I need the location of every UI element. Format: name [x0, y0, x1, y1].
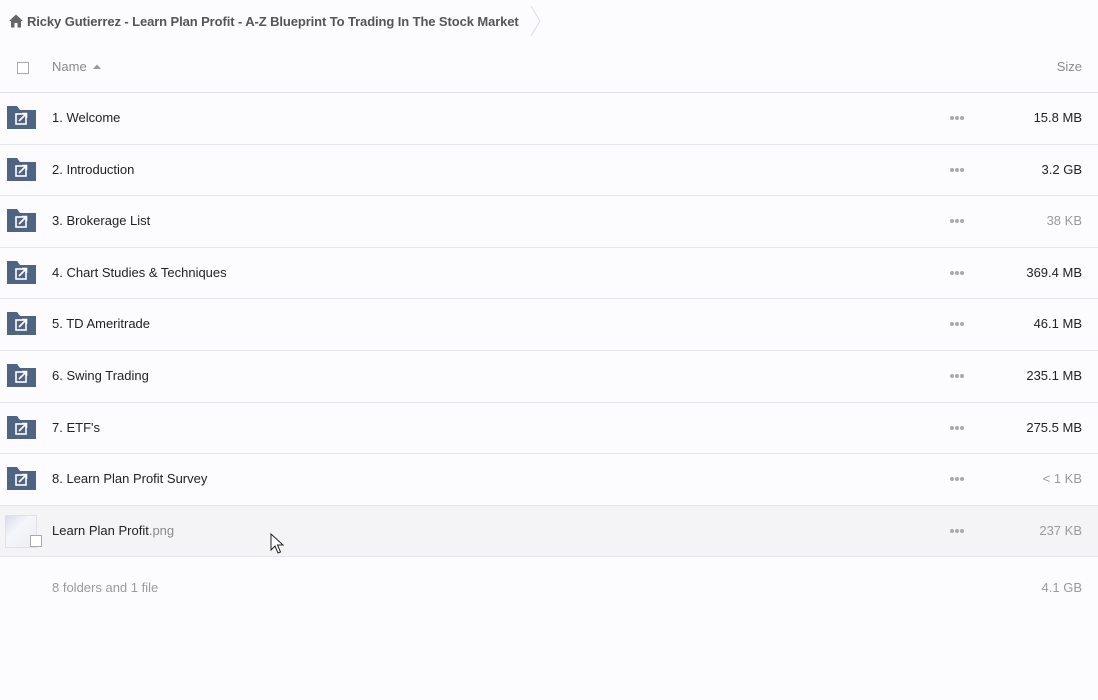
item-name[interactable]: 5. TD Ameritrade [52, 316, 150, 331]
file-list-header: Name Size [0, 42, 1098, 93]
more-icon[interactable] [949, 528, 965, 534]
shared-folder-icon [7, 467, 36, 491]
item-size: 3.2 GB [1041, 161, 1082, 177]
list-item[interactable]: 3. Brokerage List 38 KB [0, 196, 1098, 248]
shared-folder-icon [7, 260, 36, 285]
breadcrumb-separator-icon [529, 0, 543, 42]
item-name[interactable]: 2. Introduction [52, 162, 134, 177]
list-item[interactable]: 4. Chart Studies & Techniques 369.4 MB [0, 247, 1098, 300]
item-name[interactable]: 3. Brokerage List [52, 213, 150, 228]
list-item[interactable]: 5. TD Ameritrade 46.1 MB [0, 299, 1098, 351]
item-size: 15.8 MB [1033, 110, 1082, 125]
shared-folder-icon [7, 363, 36, 388]
item-name[interactable]: 6. Swing Trading [52, 368, 149, 383]
list-item[interactable]: 8. Learn Plan Profit Survey < 1 KB [0, 454, 1098, 506]
more-icon[interactable] [949, 476, 965, 482]
list-item[interactable]: Learn Plan Profit.png 237 KB [0, 505, 1098, 558]
more-icon[interactable] [949, 167, 965, 173]
item-name[interactable]: 7. ETF's [52, 420, 100, 435]
home-icon[interactable] [8, 13, 24, 29]
select-all-checkbox[interactable] [17, 62, 29, 74]
file-list: 1. Welcome 15.8 MB 2. Introduction 3.2 G… [0, 93, 1098, 558]
list-item[interactable]: 1. Welcome 15.8 MB [0, 93, 1098, 145]
item-name[interactable]: 4. Chart Studies & Techniques [52, 265, 227, 280]
total-size: 4.1 GB [1041, 580, 1082, 595]
more-icon[interactable] [949, 270, 965, 276]
shared-folder-icon [7, 157, 36, 182]
list-item[interactable]: 6. Swing Trading 235.1 MB [0, 350, 1098, 403]
shared-folder-icon [7, 312, 36, 336]
item-name[interactable]: 8. Learn Plan Profit Survey [52, 471, 207, 486]
breadcrumb: Ricky Gutierrez - Learn Plan Profit - A-… [0, 0, 1098, 42]
item-size: 235.1 MB [1026, 367, 1082, 383]
list-footer: 8 folders and 1 file 4.1 GB [0, 556, 1098, 618]
more-icon[interactable] [949, 218, 965, 224]
shared-folder-icon [7, 209, 36, 233]
sort-by-name-button[interactable]: Name [52, 59, 101, 74]
list-item[interactable]: 7. ETF's 275.5 MB [0, 402, 1098, 455]
name-column-label: Name [52, 59, 87, 74]
item-size: 237 KB [1039, 522, 1082, 538]
item-name[interactable]: Learn Plan Profit.png [52, 523, 174, 538]
item-count-summary: 8 folders and 1 file [52, 580, 159, 595]
item-size: 369.4 MB [1026, 264, 1082, 280]
mouse-pointer-icon [270, 533, 284, 554]
more-icon[interactable] [949, 115, 965, 121]
item-size: 38 KB [1046, 213, 1082, 229]
item-name[interactable]: 1. Welcome [52, 110, 120, 125]
item-checkbox[interactable] [30, 534, 42, 547]
breadcrumb-current-folder[interactable]: Ricky Gutierrez - Learn Plan Profit - A-… [27, 14, 519, 29]
shared-folder-icon [7, 415, 36, 440]
size-column-label[interactable]: Size [1057, 59, 1082, 74]
item-size: 46.1 MB [1033, 316, 1082, 332]
sort-ascending-icon [92, 64, 101, 70]
more-icon[interactable] [949, 373, 965, 379]
more-icon[interactable] [949, 425, 965, 431]
shared-folder-icon [7, 106, 36, 130]
item-size: 275.5 MB [1026, 419, 1082, 435]
list-item[interactable]: 2. Introduction 3.2 GB [0, 144, 1098, 197]
more-icon[interactable] [949, 321, 965, 327]
item-size: < 1 KB [1042, 471, 1082, 487]
